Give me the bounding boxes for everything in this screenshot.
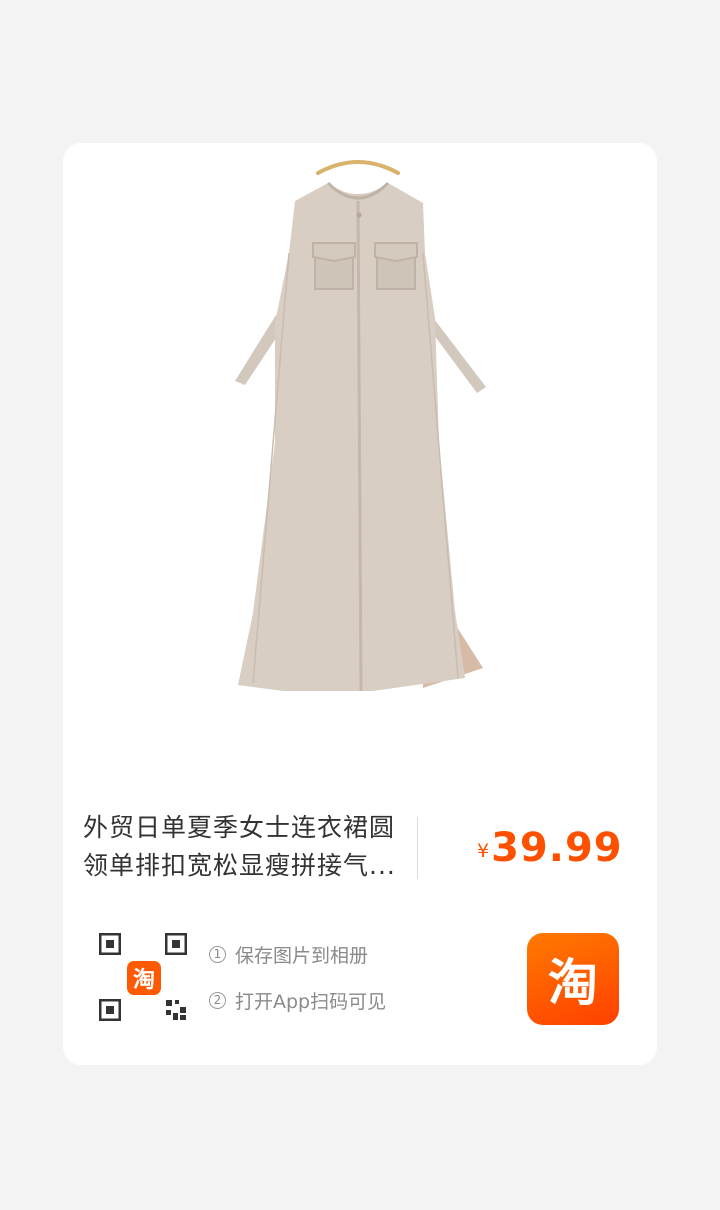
product-title-line-2: 领单排扣宽松显瘦拼接气... xyxy=(83,851,396,880)
qr-corner-icon xyxy=(99,933,121,955)
qr-corner-icon xyxy=(99,999,121,1021)
step-2-label: 打开App扫码可见 xyxy=(235,990,387,1013)
share-instructions: 1 保存图片到相册 2 打开App扫码可见 xyxy=(209,939,386,1031)
step-open-app: 2 打开App扫码可见 xyxy=(209,985,386,1015)
qr-corner-icon xyxy=(165,933,187,955)
divider xyxy=(417,817,418,879)
price-currency-symbol: ¥ xyxy=(477,840,490,862)
taobao-app-icon[interactable]: 淘 xyxy=(527,933,619,1025)
product-title-line-1: 外贸日单夏季女士连衣裙圆 xyxy=(83,813,396,842)
product-image xyxy=(235,160,486,692)
product-title[interactable]: 外贸日单夏季女士连衣裙圆 领单排扣宽松显瘦拼接气... xyxy=(83,809,403,885)
step-1-label: 保存图片到相册 xyxy=(235,944,369,967)
qr-code: 淘 xyxy=(99,933,189,1027)
price-value: 39.99 xyxy=(491,825,623,871)
product-share-card: 外贸日单夏季女士连衣裙圆 领单排扣宽松显瘦拼接气... ¥39.99 淘 1 保… xyxy=(63,143,657,1065)
product-price: ¥39.99 xyxy=(477,825,623,871)
taobao-badge-icon: 淘 xyxy=(127,961,161,995)
step-number-1: 1 xyxy=(209,945,226,963)
qr-data-pattern-icon xyxy=(166,1000,186,1020)
step-number-2: 2 xyxy=(209,991,226,1009)
step-save-image: 1 保存图片到相册 xyxy=(209,939,386,969)
